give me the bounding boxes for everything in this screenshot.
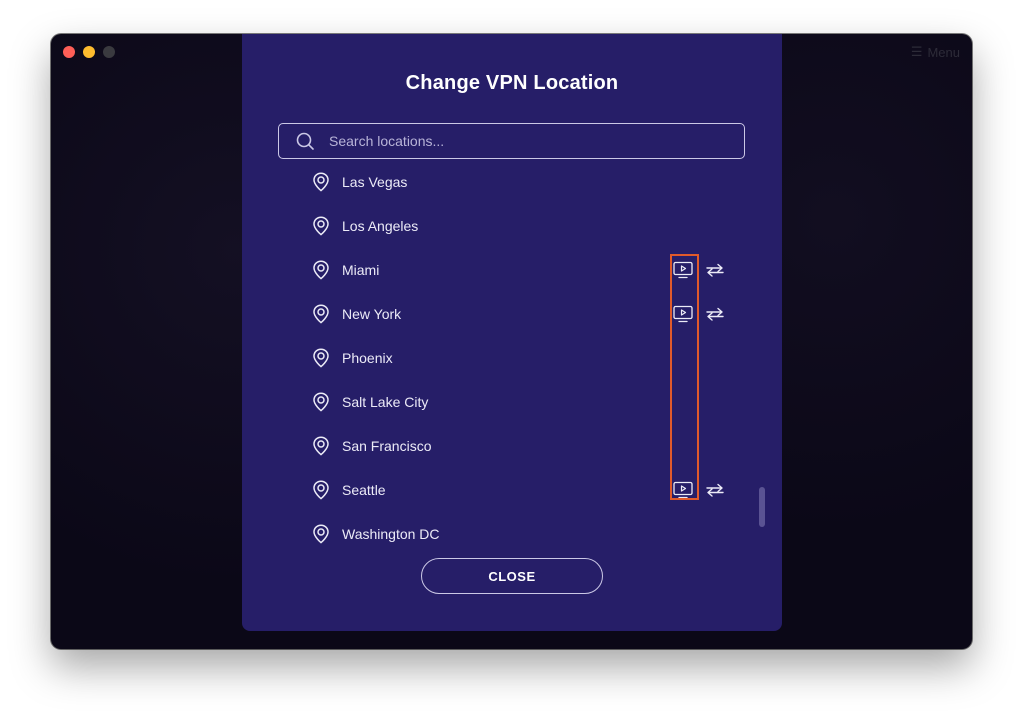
location-label: Los Angeles [342,218,419,234]
location-label: Salt Lake City [342,394,429,410]
location-item[interactable]: Salt Lake City [302,380,732,424]
map-pin-icon [313,304,329,324]
location-item[interactable]: Washington DC [302,512,732,556]
close-button[interactable]: CLOSE [421,558,603,594]
dialog-title: Change VPN Location [405,72,619,94]
location-item[interactable]: New York [302,292,732,336]
menu-label: Menu [927,44,960,60]
close-window-button[interactable] [63,46,75,58]
search-box[interactable] [278,123,745,159]
location-item[interactable]: San Francisco [302,424,732,468]
window-controls [63,46,115,58]
location-item[interactable]: Seattle [302,468,732,512]
location-item[interactable]: Los Angeles [302,204,732,248]
location-label: Washington DC [342,526,440,542]
map-pin-icon [313,216,329,236]
location-item[interactable]: Las Vegas [302,160,732,204]
swap-arrows-icon [706,483,724,497]
location-item[interactable]: Miami [302,248,732,292]
location-label: Seattle [342,482,386,498]
swap-arrows-icon [706,263,724,277]
location-label: Phoenix [342,350,393,366]
change-location-dialog: Change VPN Location Las Vegas Los Angeles… [242,34,782,631]
location-label: San Francisco [342,438,432,454]
map-pin-icon [313,392,329,412]
swap-arrows-icon [706,307,724,321]
streaming-column-highlight [670,254,699,500]
map-pin-icon [313,480,329,500]
hamburger-icon: ☰ [910,44,923,59]
zoom-window-button[interactable] [103,46,115,58]
map-pin-icon [313,348,329,368]
map-pin-icon [313,172,329,192]
search-icon [296,132,314,150]
map-pin-icon [313,524,329,544]
minimize-window-button[interactable] [83,46,95,58]
menu-button[interactable]: ☰ Menu [911,44,960,60]
search-input[interactable] [327,132,731,150]
location-item[interactable]: Phoenix [302,336,732,380]
location-list[interactable]: Las Vegas Los Angeles Miami New York Phoenix… [242,160,782,560]
map-pin-icon [313,436,329,456]
location-label: Las Vegas [342,174,408,190]
map-pin-icon [313,260,329,280]
location-label: Miami [342,262,380,278]
location-label: New York [342,306,402,322]
app-window: ☰ Menu Change VPN Location Las Vegas Los … [51,34,972,649]
list-scrollbar[interactable] [759,487,765,527]
